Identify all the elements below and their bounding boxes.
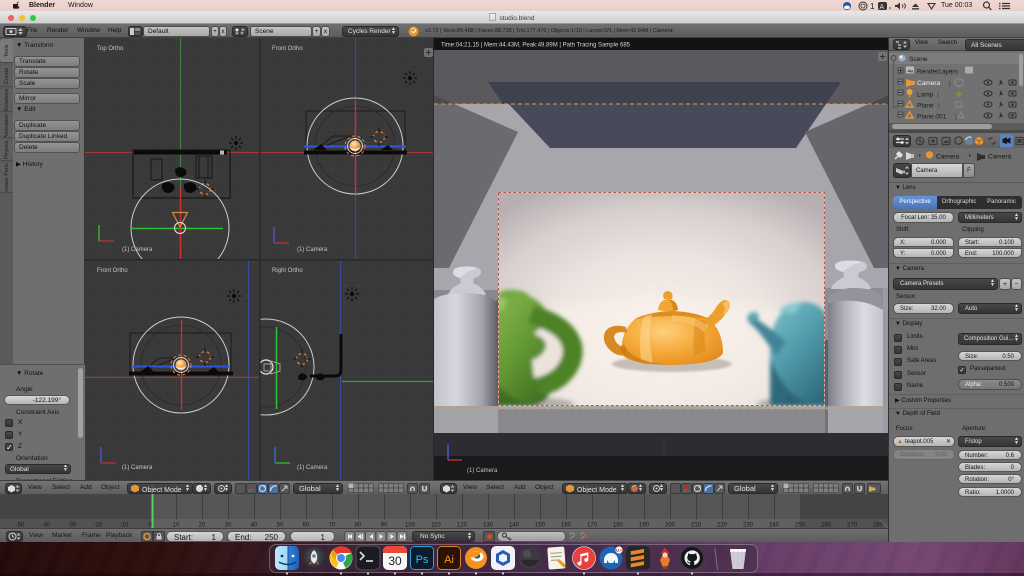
svg-text:|: |: [938, 103, 940, 110]
svg-text:(1) Camera: (1) Camera: [297, 247, 328, 253]
svg-text:30: 30: [388, 554, 402, 568]
svg-text:|: |: [949, 80, 951, 87]
svg-text:|: |: [955, 114, 957, 121]
svg-text:Lamp: Lamp: [917, 92, 934, 99]
svg-text:Plane.001: Plane.001: [917, 114, 947, 121]
svg-text:|: |: [937, 92, 939, 99]
svg-text:Front Ortho: Front Ortho: [97, 268, 128, 274]
svg-text:1: 1: [870, 2, 875, 11]
svg-text:A: A: [880, 4, 885, 11]
svg-text:Time:04:21.15 | Mem:44.43M, Pe: Time:04:21.15 | Mem:44.43M, Peak:49.89M …: [441, 43, 631, 49]
svg-text:MA: MA: [616, 548, 623, 553]
svg-text:Plane: Plane: [917, 103, 934, 110]
svg-text:Scene: Scene: [909, 56, 928, 63]
svg-text:(1) Camera: (1) Camera: [297, 465, 328, 471]
svg-text:(1) Camera: (1) Camera: [122, 247, 153, 253]
svg-text:Camera: Camera: [917, 80, 941, 87]
svg-text:(1) Camera: (1) Camera: [122, 465, 153, 471]
svg-text:Camera: Camera: [936, 154, 960, 161]
svg-text:|: |: [951, 69, 953, 76]
svg-text:Ps: Ps: [416, 554, 429, 566]
svg-text:(1) Camera: (1) Camera: [467, 468, 498, 474]
svg-text:Camera: Camera: [988, 154, 1012, 161]
svg-text:Top Ortho: Top Ortho: [97, 46, 124, 52]
svg-text:Front Ortho: Front Ortho: [272, 46, 303, 52]
svg-text:Right Ortho: Right Ortho: [272, 268, 303, 274]
svg-text:Ai: Ai: [444, 554, 454, 566]
